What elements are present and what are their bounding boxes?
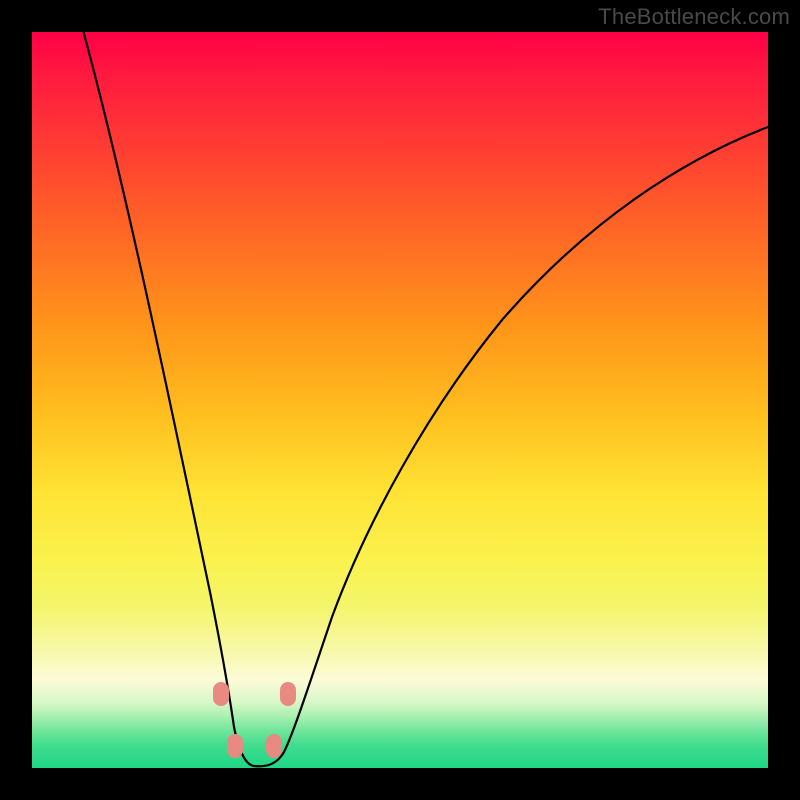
marker-lower-left: [227, 734, 243, 758]
chart-frame: TheBottleneck.com: [0, 0, 800, 800]
plot-area: [32, 32, 768, 768]
chart-svg: [32, 32, 768, 768]
bottleneck-curve: [84, 32, 769, 766]
marker-group: [213, 682, 296, 758]
marker-upper-right: [280, 682, 296, 706]
watermark-text: TheBottleneck.com: [598, 4, 790, 30]
marker-lower-right: [266, 734, 282, 758]
curve-group: [84, 32, 769, 766]
marker-upper-left: [213, 682, 229, 706]
